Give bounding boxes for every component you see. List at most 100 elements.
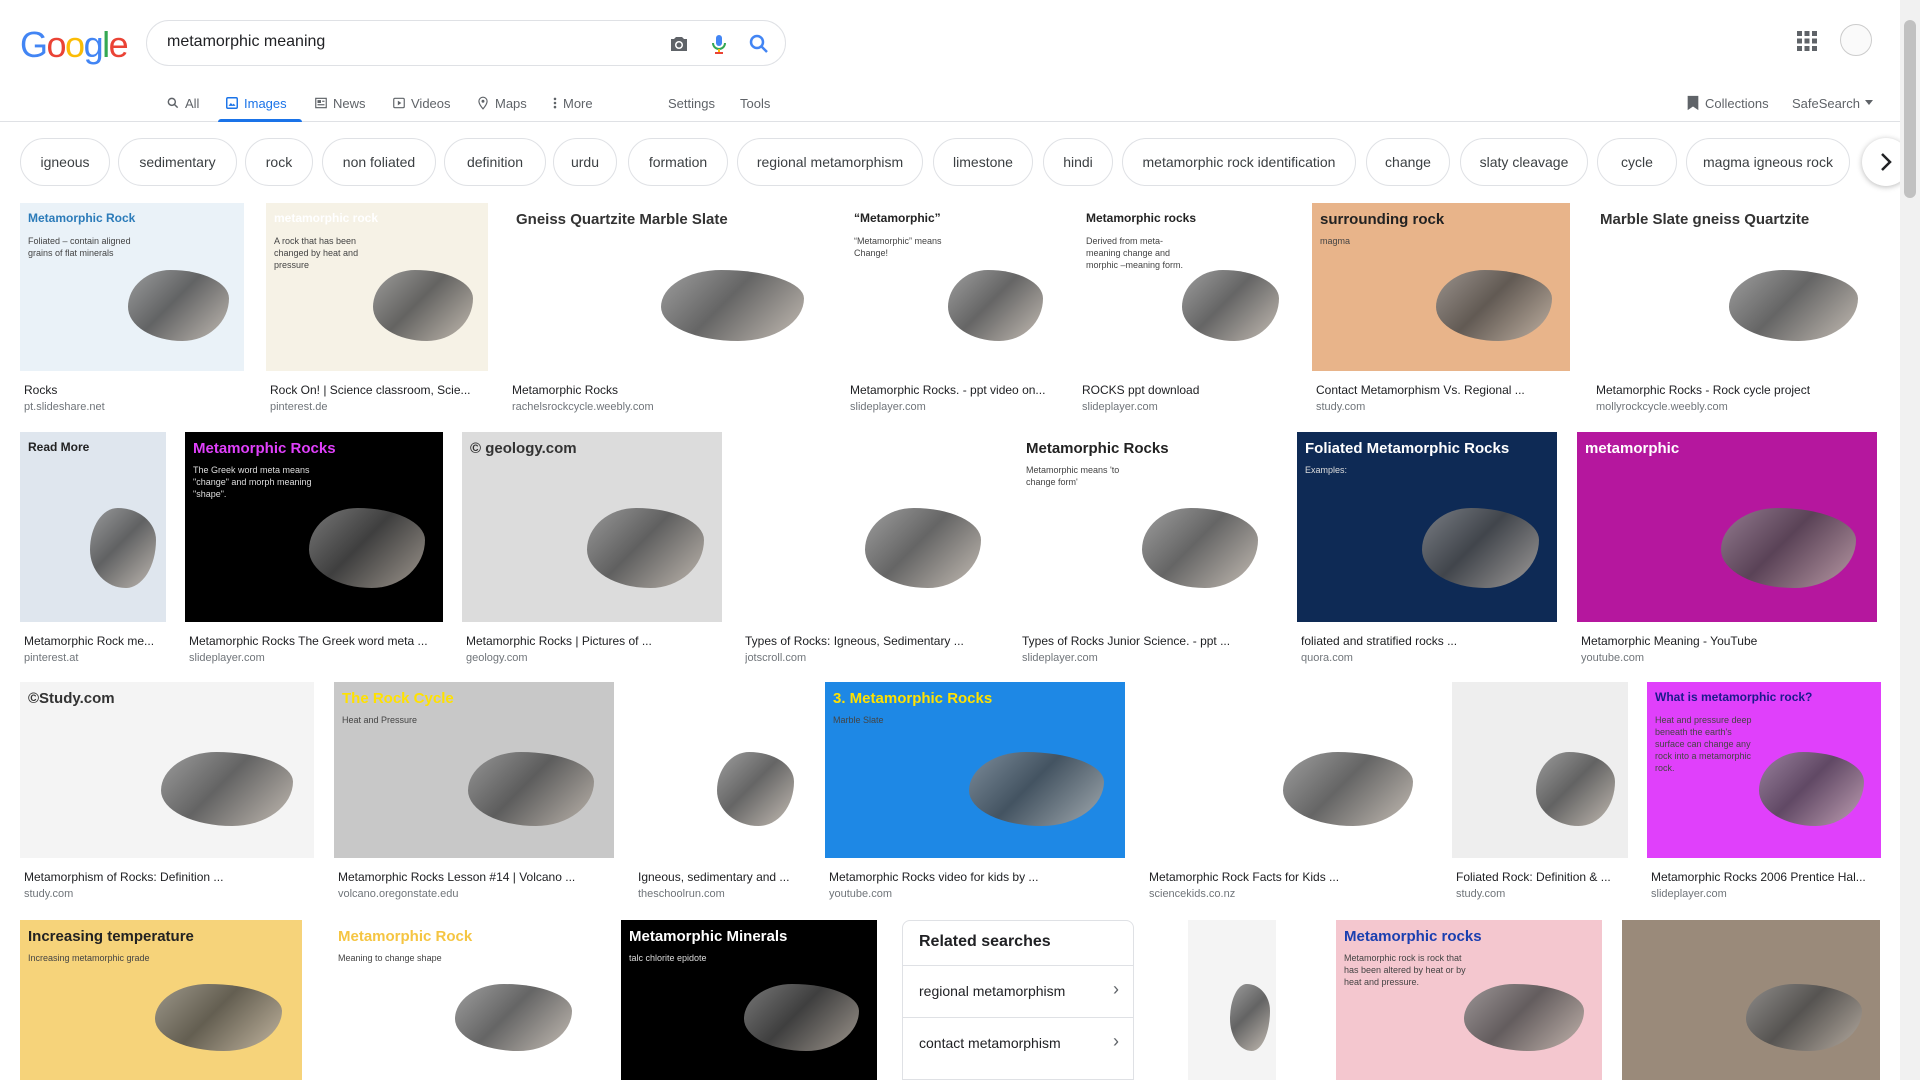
microphone-icon[interactable]	[707, 32, 731, 56]
chip[interactable]: regional metamorphism	[737, 138, 923, 186]
image-result[interactable]: Metamorphic rocks Metamorphic rock is roc…	[1336, 920, 1602, 1080]
settings-link[interactable]: Settings	[668, 90, 715, 116]
apps-grid-icon[interactable]	[1796, 30, 1818, 52]
result-thumbnail[interactable]: Marble Slate gneiss Quartzite	[1592, 203, 1878, 371]
tools-link[interactable]: Tools	[740, 90, 770, 116]
result-thumbnail[interactable]: surrounding rock magma	[1312, 203, 1570, 371]
chip[interactable]: formation	[628, 138, 728, 186]
result-thumbnail[interactable]: Increasing temperature Increasing metamor…	[20, 920, 302, 1080]
result-caption[interactable]: Metamorphic Rocks 2006 Prentice Hal...	[1651, 870, 1881, 884]
result-thumbnail[interactable]: © geology.com	[462, 432, 722, 622]
image-result[interactable]: metamorphic rock A rock that has been cha…	[266, 203, 488, 419]
result-thumbnail[interactable]	[741, 432, 999, 622]
result-caption[interactable]: ROCKS ppt download	[1082, 383, 1294, 397]
chip[interactable]: non foliated	[322, 138, 436, 186]
chip[interactable]: slaty cleavage	[1460, 138, 1588, 186]
image-result[interactable]: metamorphic Metamorphic Meaning - YouTube…	[1577, 432, 1877, 670]
image-result[interactable]: surrounding rock magma Contact Metamorphis…	[1312, 203, 1570, 419]
image-result[interactable]: The Rock Cycle Heat and Pressure Metamorph…	[334, 682, 614, 906]
image-result[interactable]: © geology.com Metamorphic Rocks | Picture…	[462, 432, 722, 670]
result-caption[interactable]: Metamorphic Rocks The Greek word meta ..…	[189, 634, 443, 648]
collections-link[interactable]: Collections	[1686, 90, 1769, 116]
result-thumbnail[interactable]: Metamorphic Rock Foliated – contain align…	[20, 203, 244, 371]
result-thumbnail[interactable]: What is metamorphic rock? Heat and pressu…	[1647, 682, 1881, 858]
chip[interactable]: metamorphic rock identification	[1122, 138, 1356, 186]
result-thumbnail[interactable]: 3. Metamorphic Rocks Marble Slate	[825, 682, 1125, 858]
result-thumbnail[interactable]: metamorphic	[1577, 432, 1877, 622]
result-caption[interactable]: Metamorphic Rocks Lesson #14 | Volcano .…	[338, 870, 614, 884]
search-input[interactable]: metamorphic meaning	[167, 33, 325, 51]
image-result[interactable]: Foliated Metamorphic Rocks Examples: folia…	[1297, 432, 1557, 670]
result-caption[interactable]: Metamorphism of Rocks: Definition ...	[24, 870, 314, 884]
result-thumbnail[interactable]: Metamorphic Rock Meaning to change shape	[330, 920, 590, 1080]
result-caption[interactable]: Metamorphic Rocks. - ppt video on...	[850, 383, 1058, 397]
tab-images[interactable]: Images	[225, 90, 287, 116]
chip[interactable]: definition	[444, 138, 546, 186]
result-caption[interactable]: Contact Metamorphism Vs. Regional ...	[1316, 383, 1570, 397]
image-result[interactable]: Foliated Rock: Definition & ... study.com	[1452, 682, 1628, 906]
image-result[interactable]: Metamorphic Rocks The Greek word meta mea…	[185, 432, 443, 670]
image-result[interactable]	[1622, 920, 1880, 1080]
search-icon[interactable]	[747, 32, 771, 56]
page-scrollbar[interactable]	[1900, 0, 1920, 1080]
result-thumbnail[interactable]: Read More	[20, 432, 166, 622]
chip[interactable]: sedimentary	[118, 138, 237, 186]
result-caption[interactable]: foliated and stratified rocks ...	[1301, 634, 1557, 648]
result-caption[interactable]: Types of Rocks Junior Science. - ppt ...	[1022, 634, 1276, 648]
account-avatar[interactable]	[1840, 24, 1872, 56]
image-result[interactable]: Metamorphic Rock Meaning to change shape	[330, 920, 590, 1080]
result-thumbnail[interactable]	[1452, 682, 1628, 858]
result-thumbnail[interactable]: The Rock Cycle Heat and Pressure	[334, 682, 614, 858]
image-result[interactable]: Read More Metamorphic Rock me... pinterest…	[20, 432, 166, 670]
image-result[interactable]: Metamorphic Rock Foliated – contain align…	[20, 203, 244, 419]
tab-videos[interactable]: Videos	[392, 90, 451, 116]
result-thumbnail[interactable]: “Metamorphic” “Metamorphic” means Change!	[846, 203, 1058, 371]
image-result[interactable]: Increasing temperature Increasing metamor…	[20, 920, 302, 1080]
related-search-item[interactable]: regional metamorphism ›	[903, 965, 1133, 1017]
image-result[interactable]	[1188, 920, 1276, 1080]
result-thumbnail[interactable]: Metamorphic Rocks The Greek word meta mea…	[185, 432, 443, 622]
chip[interactable]: magma igneous rock	[1686, 138, 1850, 186]
result-caption[interactable]: Rocks	[24, 383, 244, 397]
tab-more[interactable]: More	[552, 90, 593, 116]
chip[interactable]: cycle	[1597, 138, 1677, 186]
google-logo[interactable]: Google	[20, 24, 129, 66]
result-thumbnail[interactable]: ©Study.com	[20, 682, 314, 858]
image-result[interactable]: Metamorphic Minerals talc chlorite epidot…	[621, 920, 877, 1080]
result-caption[interactable]: Igneous, sedimentary and ...	[638, 870, 806, 884]
safesearch-dropdown[interactable]: SafeSearch	[1792, 90, 1873, 116]
result-thumbnail[interactable]: Metamorphic rocks Derived from meta- mean…	[1078, 203, 1294, 371]
result-caption[interactable]: Metamorphic Meaning - YouTube	[1581, 634, 1877, 648]
result-thumbnail[interactable]: Metamorphic Rocks Metamorphic means 'to c…	[1018, 432, 1276, 622]
result-thumbnail[interactable]	[1188, 920, 1276, 1080]
result-caption[interactable]: Metamorphic Rocks	[512, 383, 826, 397]
result-thumbnail[interactable]	[1145, 682, 1433, 858]
scrollbar-thumb[interactable]	[1904, 20, 1916, 198]
result-thumbnail[interactable]: Metamorphic Minerals talc chlorite epidot…	[621, 920, 877, 1080]
result-caption[interactable]: Foliated Rock: Definition & ...	[1456, 870, 1628, 884]
result-thumbnail[interactable]: Foliated Metamorphic Rocks Examples:	[1297, 432, 1557, 622]
chip[interactable]: rock	[245, 138, 313, 186]
result-thumbnail[interactable]: metamorphic rock A rock that has been cha…	[266, 203, 488, 371]
chip[interactable]: igneous	[20, 138, 110, 186]
tab-all[interactable]: All	[166, 90, 199, 116]
search-box[interactable]: metamorphic meaning	[146, 20, 786, 66]
result-thumbnail[interactable]	[634, 682, 806, 858]
result-caption[interactable]: Metamorphic Rocks - Rock cycle project	[1596, 383, 1878, 397]
result-caption[interactable]: Metamorphic Rocks | Pictures of ...	[466, 634, 722, 648]
result-caption[interactable]: Types of Rocks: Igneous, Sedimentary ...	[745, 634, 999, 648]
chip[interactable]: limestone	[933, 138, 1033, 186]
image-result[interactable]: Metamorphic Rocks Metamorphic means 'to c…	[1018, 432, 1276, 670]
result-thumbnail[interactable]: Gneiss Quartzite Marble Slate	[508, 203, 826, 371]
result-caption[interactable]: Rock On! | Science classroom, Scie...	[270, 383, 488, 397]
result-caption[interactable]: Metamorphic Rocks video for kids by ...	[829, 870, 1125, 884]
image-result[interactable]: “Metamorphic” “Metamorphic” means Change!…	[846, 203, 1058, 419]
result-caption[interactable]: Metamorphic Rock me...	[24, 634, 166, 648]
result-caption[interactable]: Metamorphic Rock Facts for Kids ...	[1149, 870, 1433, 884]
image-result[interactable]: Marble Slate gneiss Quartzite Metamorphic…	[1592, 203, 1878, 419]
chip[interactable]: urdu	[553, 138, 617, 186]
related-search-item[interactable]: contact metamorphism ›	[903, 1017, 1133, 1069]
camera-icon[interactable]	[667, 32, 691, 56]
tab-maps[interactable]: Maps	[476, 90, 527, 116]
image-result[interactable]: What is metamorphic rock? Heat and pressu…	[1647, 682, 1881, 906]
